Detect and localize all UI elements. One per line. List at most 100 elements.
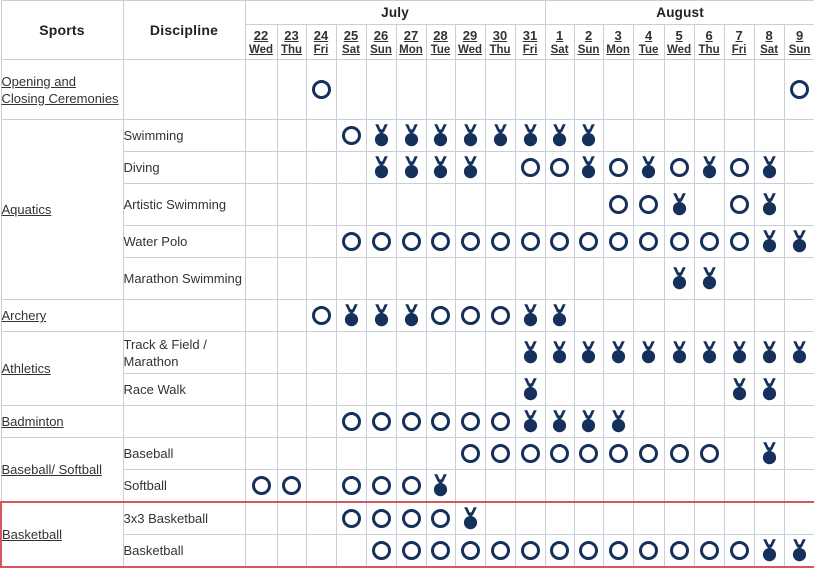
event-session-ring-icon[interactable] bbox=[490, 444, 510, 463]
medal-event-icon[interactable] bbox=[402, 304, 421, 327]
schedule-cell-7-fri[interactable] bbox=[723, 534, 755, 568]
schedule-cell-2-sun[interactable] bbox=[573, 225, 604, 258]
medal-event-icon[interactable] bbox=[461, 124, 480, 147]
medal-event-icon[interactable] bbox=[790, 341, 809, 364]
schedule-cell-1-sat[interactable] bbox=[544, 534, 575, 568]
schedule-cell-29-wed[interactable] bbox=[454, 405, 486, 438]
schedule-cell-26-sun[interactable] bbox=[365, 405, 397, 438]
event-session-ring-icon[interactable] bbox=[460, 232, 480, 251]
event-session-ring-icon[interactable] bbox=[341, 232, 361, 251]
medal-event-icon[interactable] bbox=[521, 341, 540, 364]
day-header-27-mon[interactable]: 27 Mon bbox=[395, 24, 427, 60]
schedule-cell-1-sat[interactable] bbox=[544, 119, 575, 152]
schedule-cell-26-sun[interactable] bbox=[365, 225, 397, 258]
medal-event-icon[interactable] bbox=[521, 378, 540, 401]
schedule-cell-5-wed[interactable] bbox=[663, 437, 695, 470]
event-session-ring-icon[interactable] bbox=[608, 158, 628, 177]
medal-event-icon[interactable] bbox=[579, 341, 598, 364]
schedule-cell-28-tue[interactable] bbox=[425, 405, 456, 438]
sport-cell-basketball[interactable]: Basketball bbox=[0, 501, 124, 568]
day-header-24-fri[interactable]: 24 Fri bbox=[305, 24, 337, 60]
schedule-cell-6-thu[interactable] bbox=[693, 534, 725, 568]
day-header-3-mon[interactable]: 3 Mon bbox=[602, 24, 634, 60]
event-session-ring-icon[interactable] bbox=[608, 195, 628, 214]
schedule-cell-29-wed[interactable] bbox=[454, 437, 486, 470]
event-session-ring-icon[interactable] bbox=[371, 412, 391, 431]
medal-event-icon[interactable] bbox=[760, 442, 779, 465]
event-session-ring-icon[interactable] bbox=[401, 509, 421, 528]
medal-event-icon[interactable] bbox=[700, 267, 719, 290]
medal-event-icon[interactable] bbox=[372, 156, 391, 179]
medal-event-icon[interactable] bbox=[550, 124, 569, 147]
schedule-cell-24-fri[interactable] bbox=[305, 299, 337, 332]
event-session-ring-icon[interactable] bbox=[579, 444, 599, 463]
event-session-ring-icon[interactable] bbox=[729, 232, 749, 251]
medal-event-icon[interactable] bbox=[609, 341, 628, 364]
schedule-cell-7-fri[interactable] bbox=[723, 183, 755, 226]
schedule-cell-1-sat[interactable] bbox=[544, 299, 575, 332]
schedule-cell-4-tue[interactable] bbox=[632, 331, 665, 374]
event-session-ring-icon[interactable] bbox=[401, 412, 421, 431]
schedule-cell-27-mon[interactable] bbox=[395, 119, 427, 152]
medal-event-icon[interactable] bbox=[521, 124, 540, 147]
event-session-ring-icon[interactable] bbox=[729, 195, 749, 214]
event-session-ring-icon[interactable] bbox=[729, 541, 749, 560]
event-session-ring-icon[interactable] bbox=[520, 158, 540, 177]
event-session-ring-icon[interactable] bbox=[699, 232, 719, 251]
event-session-ring-icon[interactable] bbox=[371, 476, 391, 495]
schedule-cell-28-tue[interactable] bbox=[425, 225, 456, 258]
day-header-31-fri[interactable]: 31 Fri bbox=[514, 24, 546, 60]
medal-event-icon[interactable] bbox=[402, 124, 421, 147]
schedule-cell-25-sat[interactable] bbox=[335, 299, 367, 332]
sport-link[interactable]: Baseball/ Softball bbox=[2, 462, 102, 477]
day-header-30-thu[interactable]: 30 Thu bbox=[484, 24, 516, 60]
schedule-cell-3-mon[interactable] bbox=[602, 151, 634, 184]
schedule-cell-27-mon[interactable] bbox=[395, 469, 427, 503]
schedule-cell-8-sat[interactable] bbox=[753, 373, 785, 406]
schedule-cell-1-sat[interactable] bbox=[544, 331, 575, 374]
day-header-25-sat[interactable]: 25 Sat bbox=[335, 24, 367, 60]
schedule-cell-31-fri[interactable] bbox=[514, 373, 546, 406]
schedule-cell-3-mon[interactable] bbox=[602, 225, 634, 258]
event-session-ring-icon[interactable] bbox=[608, 444, 628, 463]
schedule-cell-4-tue[interactable] bbox=[632, 151, 665, 184]
event-session-ring-icon[interactable] bbox=[550, 232, 570, 251]
sport-link[interactable]: Basketball bbox=[2, 527, 62, 542]
schedule-cell-2-sun[interactable] bbox=[573, 151, 604, 184]
medal-event-icon[interactable] bbox=[521, 410, 540, 433]
event-session-ring-icon[interactable] bbox=[431, 306, 450, 325]
schedule-cell-3-mon[interactable] bbox=[602, 437, 634, 470]
day-header-2-sun[interactable]: 2 Sun bbox=[573, 24, 604, 60]
medal-event-icon[interactable] bbox=[700, 156, 719, 179]
medal-event-icon[interactable] bbox=[760, 539, 779, 562]
sport-cell-aquatics[interactable]: Aquatics bbox=[0, 119, 124, 300]
schedule-cell-29-wed[interactable] bbox=[454, 225, 486, 258]
event-session-ring-icon[interactable] bbox=[460, 412, 480, 431]
sport-link[interactable]: Athletics bbox=[2, 361, 51, 376]
schedule-cell-28-tue[interactable] bbox=[425, 469, 456, 503]
sport-link[interactable]: Badminton bbox=[2, 414, 64, 429]
event-session-ring-icon[interactable] bbox=[639, 444, 659, 463]
schedule-cell-22-wed[interactable] bbox=[244, 469, 278, 503]
schedule-cell-26-sun[interactable] bbox=[365, 534, 397, 568]
schedule-cell-1-sat[interactable] bbox=[544, 437, 575, 470]
schedule-cell-9-sun[interactable] bbox=[783, 331, 814, 374]
event-session-ring-icon[interactable] bbox=[371, 541, 391, 560]
schedule-cell-30-thu[interactable] bbox=[484, 299, 516, 332]
schedule-cell-5-wed[interactable] bbox=[663, 151, 695, 184]
schedule-cell-3-mon[interactable] bbox=[602, 183, 634, 226]
event-session-ring-icon[interactable] bbox=[490, 232, 510, 251]
sport-cell-archery[interactable]: Archery bbox=[0, 299, 124, 332]
event-session-ring-icon[interactable] bbox=[520, 541, 540, 560]
medal-event-icon[interactable] bbox=[639, 341, 658, 364]
medal-event-icon[interactable] bbox=[670, 193, 689, 216]
schedule-cell-7-fri[interactable] bbox=[723, 225, 755, 258]
event-session-ring-icon[interactable] bbox=[520, 232, 540, 251]
schedule-cell-5-wed[interactable] bbox=[663, 257, 695, 300]
medal-event-icon[interactable] bbox=[579, 124, 598, 147]
schedule-cell-26-sun[interactable] bbox=[365, 119, 397, 152]
medal-event-icon[interactable] bbox=[431, 124, 450, 147]
day-header-5-wed[interactable]: 5 Wed bbox=[663, 24, 695, 60]
event-session-ring-icon[interactable] bbox=[431, 541, 450, 560]
event-session-ring-icon[interactable] bbox=[550, 158, 570, 177]
